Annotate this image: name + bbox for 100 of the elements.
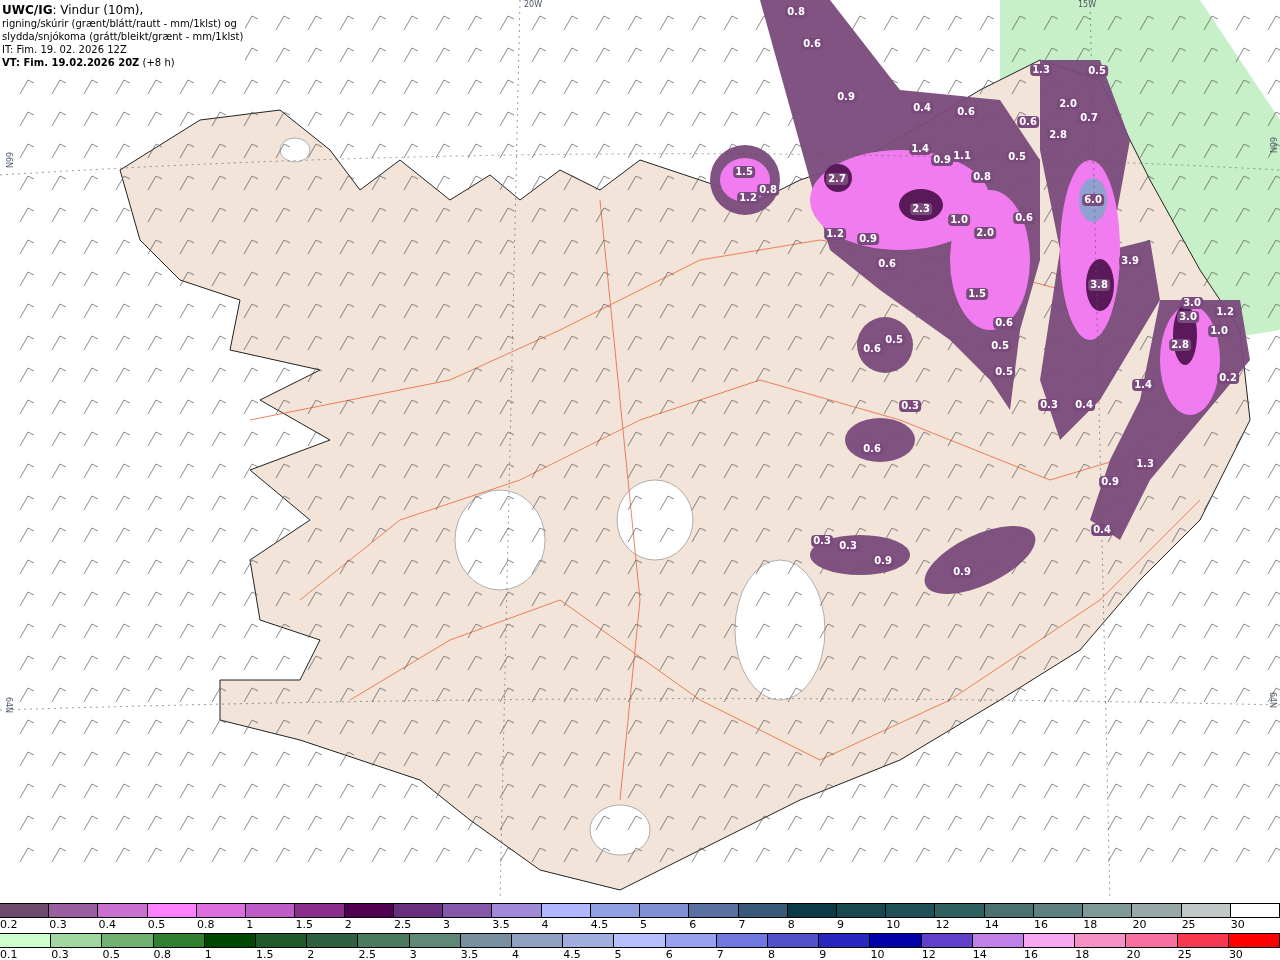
precipitation-value: 0.6	[876, 258, 898, 270]
legend-label: 0.3	[51, 948, 69, 960]
legend-label: 1	[246, 918, 254, 931]
precipitation-value: 2.0	[974, 227, 996, 239]
legend-label: 20	[1132, 918, 1147, 931]
legend-label: 16	[1033, 918, 1048, 931]
title-line: IT: Fim. 19. 02. 2026 12Z	[2, 43, 128, 56]
precipitation-value: 1.1	[951, 150, 973, 162]
legend-label: 3	[409, 948, 417, 960]
legend-label: 0.2	[0, 918, 18, 931]
legend-label: 10	[870, 948, 885, 960]
legend-label: 2	[307, 948, 315, 960]
precipitation-value: 2.3	[910, 203, 932, 215]
legend-label: 14	[972, 948, 987, 960]
legend-label: 3	[443, 918, 451, 931]
precipitation-value: 0.5	[883, 334, 905, 346]
precipitation-value: 3.0	[1181, 297, 1203, 309]
legend-label: 6	[665, 948, 673, 960]
legend-label: 7	[738, 918, 746, 931]
legend-label: 2.5	[358, 948, 376, 960]
latitude-label: 64N	[3, 696, 14, 714]
precipitation-value: 3.8	[1088, 279, 1110, 291]
precipitation-value: 1.3	[1030, 64, 1052, 76]
precipitation-value: 0.9	[857, 233, 879, 245]
precipitation-value: 0.6	[801, 38, 823, 50]
precipitation-value: 1.2	[737, 192, 759, 204]
precipitation-value: 0.3	[1038, 399, 1060, 411]
precipitation-value: 0.8	[971, 171, 993, 183]
title-line: UWC/IG: Vindur (10m),	[2, 4, 145, 17]
legend-label: 0.8	[196, 918, 215, 931]
legend-label: 4	[541, 918, 549, 931]
precipitation-value: 0.5	[989, 340, 1011, 352]
precipitation-value: 0.9	[951, 566, 973, 578]
legend-label: 0.3	[49, 918, 67, 931]
precipitation-value: 0.9	[835, 91, 857, 103]
legend-label: 3.5	[460, 948, 479, 960]
legend-label: 1.5	[295, 918, 313, 931]
legend-label: 1	[204, 948, 212, 960]
precipitation-value: 0.3	[811, 535, 833, 547]
precipitation-value: 0.2	[1217, 372, 1239, 384]
precipitation-value: 1.2	[824, 228, 846, 240]
legend-label: 9	[819, 948, 827, 960]
precipitation-value: 0.3	[899, 400, 921, 412]
legend-label: 25	[1177, 948, 1192, 960]
precipitation-value: 2.0	[1057, 98, 1079, 110]
legend-label: 2	[344, 918, 352, 931]
precipitation-value: 0.9	[1099, 476, 1121, 488]
precipitation-value: 0.6	[861, 443, 883, 455]
legend-label: 3.5	[492, 918, 510, 931]
legend-label: 0.4	[98, 918, 116, 931]
precipitation-value: 0.9	[872, 555, 894, 567]
latitude-label: 66N	[3, 151, 14, 169]
precipitation-value: 0.5	[993, 366, 1015, 378]
precipitation-value: 6.0	[1082, 194, 1104, 206]
longitude-label: 15W	[1078, 0, 1097, 10]
legend-label: 30	[1228, 948, 1243, 960]
legend-label: 4.5	[563, 948, 581, 960]
precipitation-value: 3.9	[1119, 255, 1141, 267]
precipitation-value: 0.6	[861, 343, 883, 355]
precipitation-value: 0.4	[1091, 524, 1113, 536]
legend-label: 0.5	[102, 948, 120, 960]
longitude-label: 20W	[524, 0, 543, 10]
precipitation-value: 1.4	[1132, 379, 1154, 391]
legend-label: 7	[716, 948, 724, 960]
precipitation-value: 0.4	[911, 102, 933, 114]
legend-label: 9	[837, 918, 844, 931]
precipitation-value: 0.9	[931, 154, 953, 166]
precipitation-value: 1.2	[1214, 306, 1236, 318]
precipitation-value: 0.7	[1078, 112, 1100, 124]
precipitation-value: 1.5	[733, 166, 755, 178]
legend-label: 1.5	[256, 948, 274, 960]
precipitation-value: 0.4	[1073, 399, 1095, 411]
latitude-label: 64N	[1266, 691, 1277, 709]
precipitation-value: 2.8	[1169, 339, 1191, 351]
legend-label: 4.5	[590, 918, 609, 931]
legend-label: 5	[614, 948, 622, 960]
precipitation-value: 0.8	[785, 6, 807, 18]
legend-label: 8	[787, 918, 795, 931]
precipitation-value: 2.8	[1047, 129, 1069, 141]
legend-label: 8	[768, 948, 776, 960]
legend-label: 4	[512, 948, 520, 960]
legend-label: 14	[984, 918, 999, 931]
precipitation-value: 0.6	[993, 317, 1015, 329]
legend-label: 5	[640, 918, 648, 931]
title-line: VT: Fim. 19.02.2026 20Z (+8 h)	[2, 56, 176, 69]
precipitation-value: 1.3	[1134, 458, 1156, 470]
legend-label: 18	[1075, 948, 1090, 960]
legend-label: 20	[1126, 948, 1141, 960]
legend-label: 30	[1230, 918, 1245, 931]
legend-label: 0.5	[147, 918, 166, 931]
precipitation-value: 0.6	[1013, 212, 1035, 224]
precipitation-value: 0.5	[1006, 151, 1028, 163]
title-line: slydda/snjókoma (grátt/bleikt/grænt - mm/1klst)	[2, 30, 244, 43]
title-line: rigning/skúrir (grænt/blátt/rautt - mm/1klst) og	[2, 17, 238, 30]
precipitation-value: 0.3	[837, 540, 859, 552]
precipitation-value: 1.0	[1208, 325, 1230, 337]
precipitation-value: 3.0	[1177, 311, 1199, 323]
legend-label: 10	[886, 918, 901, 931]
precipitation-value: 0.5	[1086, 65, 1108, 77]
precipitation-value: 0.8	[757, 184, 779, 196]
